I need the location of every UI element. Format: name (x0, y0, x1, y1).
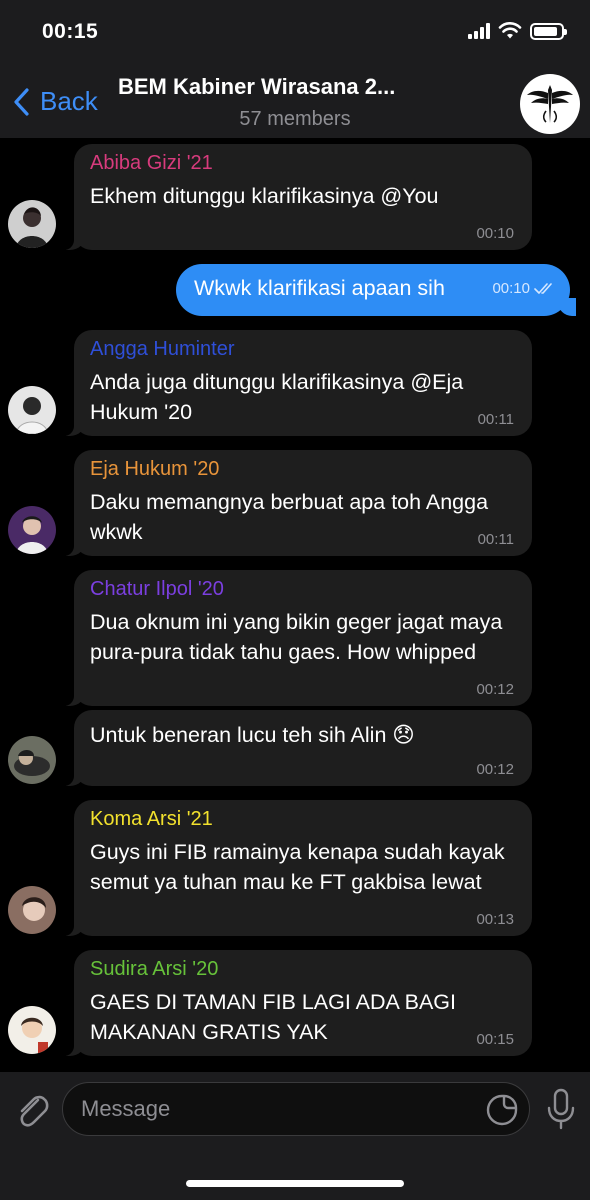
sender-name[interactable]: Angga Huminter (90, 338, 516, 361)
avatar-photo (8, 200, 56, 248)
message-text: Anda juga ditunggu klarifikasinya @Eja H… (90, 370, 464, 424)
message-bubble[interactable]: Angga Huminter Anda juga ditunggu klarif… (54, 330, 532, 436)
wifi-icon (498, 22, 522, 39)
message-bubble[interactable]: Eja Hukum '20 Daku memangnya berbuat apa… (54, 450, 532, 556)
message-time: 00:12 (476, 681, 514, 698)
avatar[interactable] (8, 200, 56, 248)
paperclip-icon[interactable] (14, 1090, 50, 1130)
chat-header: Back BEM Kabiner Wirasana 2... 57 member… (0, 66, 590, 138)
status-bar: 00:15 (0, 0, 590, 66)
message-text: Daku memangnya berbuat apa toh Angga wkw… (90, 490, 489, 544)
avatar[interactable] (8, 386, 56, 434)
member-count: 57 members (239, 108, 351, 130)
group-logo-icon (521, 75, 579, 133)
message-text: GAES DI TAMAN FIB LAGI ADA BAGI MAKANAN … (90, 990, 457, 1044)
message-bubble[interactable]: Chatur Ilpol '20 Dua oknum ini yang biki… (54, 570, 532, 706)
avatar-photo (8, 506, 56, 554)
message-time: 00:11 (477, 411, 514, 428)
message-text: Dua oknum ini yang bikin geger jagat may… (90, 610, 503, 664)
message-bubble[interactable]: Koma Arsi '21 Guys ini FIB ramainya kena… (54, 800, 532, 936)
message-input[interactable]: Message (62, 1082, 530, 1136)
sender-name[interactable]: Eja Hukum '20 (90, 458, 516, 481)
message-text: Untuk beneran lucu teh sih Alin 😞 (90, 723, 415, 747)
avatar[interactable] (8, 736, 56, 784)
avatar-photo (8, 736, 56, 784)
message-time: 00:11 (477, 531, 514, 548)
avatar-photo (8, 886, 56, 934)
chat-title[interactable]: BEM Kabiner Wirasana 2... (118, 74, 463, 100)
double-check-icon (534, 282, 552, 294)
status-time: 00:15 (42, 20, 99, 43)
avatar[interactable] (8, 506, 56, 554)
message-time: 00:10 (476, 225, 514, 242)
avatar[interactable] (8, 886, 56, 934)
avatar-photo (8, 386, 56, 434)
battery-level (534, 26, 558, 36)
sticker-icon[interactable] (486, 1094, 518, 1126)
message-bubble[interactable]: Abiba Gizi '21 Ekhem ditunggu klarifikas… (54, 144, 532, 250)
message-text: Wkwk klarifikasi apaan sih (194, 276, 445, 300)
message-list[interactable]: Abiba Gizi '21 Ekhem ditunggu klarifikas… (0, 138, 590, 1072)
message-meta: 00:10 (492, 280, 556, 297)
microphone-icon[interactable] (546, 1088, 576, 1130)
avatar-photo (8, 1006, 56, 1054)
sender-name[interactable]: Abiba Gizi '21 (90, 152, 516, 175)
outgoing-message-bubble[interactable]: Wkwk klarifikasi apaan sih 00:10 (176, 264, 576, 316)
message-time: 00:12 (476, 761, 514, 778)
sender-name[interactable]: Sudira Arsi '20 (90, 958, 516, 981)
sender-name[interactable]: Koma Arsi '21 (90, 808, 516, 831)
message-text: Guys ini FIB ramainya kenapa sudah kayak… (90, 840, 505, 894)
home-indicator[interactable] (186, 1180, 404, 1187)
battery-icon (530, 22, 567, 40)
message-bubble[interactable]: Untuk beneran lucu teh sih Alin 😞 00:12 (54, 710, 532, 786)
message-time: 00:10 (492, 280, 530, 297)
sender-name[interactable]: Chatur Ilpol '20 (90, 578, 516, 601)
message-time: 00:15 (476, 1031, 514, 1048)
message-time: 00:13 (476, 911, 514, 928)
message-bubble[interactable]: Sudira Arsi '20 GAES DI TAMAN FIB LAGI A… (54, 950, 532, 1056)
message-text: Ekhem ditunggu klarifikasinya @You (90, 184, 439, 208)
avatar[interactable] (8, 1006, 56, 1054)
group-avatar[interactable] (520, 74, 580, 134)
status-icons (468, 22, 567, 40)
cellular-signal-icon (468, 23, 490, 39)
